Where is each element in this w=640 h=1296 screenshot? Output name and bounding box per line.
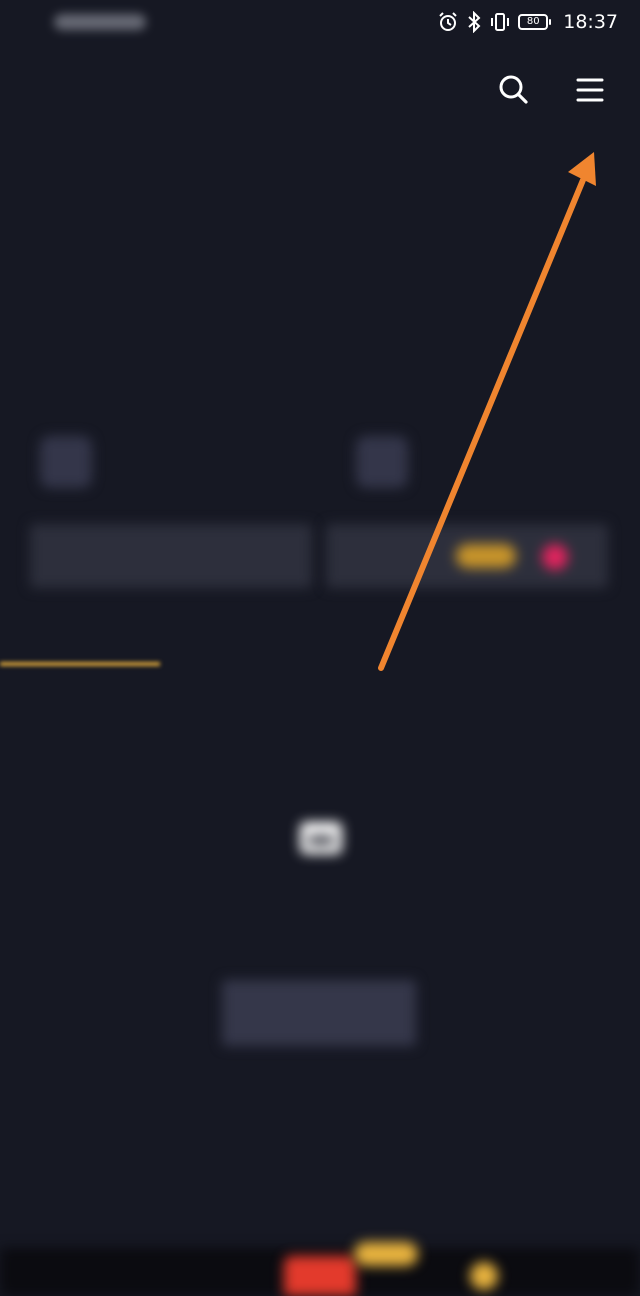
red-badge bbox=[542, 544, 568, 570]
edit-profile-button[interactable] bbox=[30, 524, 312, 588]
active-tab-indicator bbox=[0, 662, 160, 666]
nav-promo-tag bbox=[354, 1242, 418, 1266]
gold-badge bbox=[456, 544, 516, 568]
alarm-icon bbox=[439, 12, 457, 31]
status-bar: 80 18:37 bbox=[0, 0, 640, 44]
bluetooth-icon bbox=[468, 11, 481, 33]
feature-card-2[interactable] bbox=[356, 428, 636, 508]
feature-icon bbox=[356, 436, 408, 488]
vibrate-icon bbox=[491, 13, 510, 31]
secondary-action-button[interactable] bbox=[326, 524, 608, 588]
nav-create-button[interactable] bbox=[284, 1256, 356, 1296]
battery-level: 80 bbox=[526, 16, 540, 27]
nav-coin-badge bbox=[470, 1262, 498, 1290]
search-icon bbox=[499, 75, 528, 104]
status-icons: 80 18:37 bbox=[437, 9, 618, 35]
feature-icon bbox=[40, 436, 92, 488]
empty-box-icon bbox=[300, 822, 342, 854]
search-button[interactable] bbox=[494, 70, 534, 110]
empty-state-button[interactable] bbox=[222, 980, 416, 1046]
battery-icon: 80 bbox=[518, 14, 552, 30]
feature-card-1[interactable] bbox=[40, 428, 320, 508]
menu-button[interactable] bbox=[570, 70, 610, 110]
status-carrier bbox=[50, 8, 150, 36]
hamburger-menu-icon bbox=[576, 78, 604, 102]
action-badges bbox=[456, 544, 576, 570]
status-time: 18:37 bbox=[563, 11, 618, 33]
